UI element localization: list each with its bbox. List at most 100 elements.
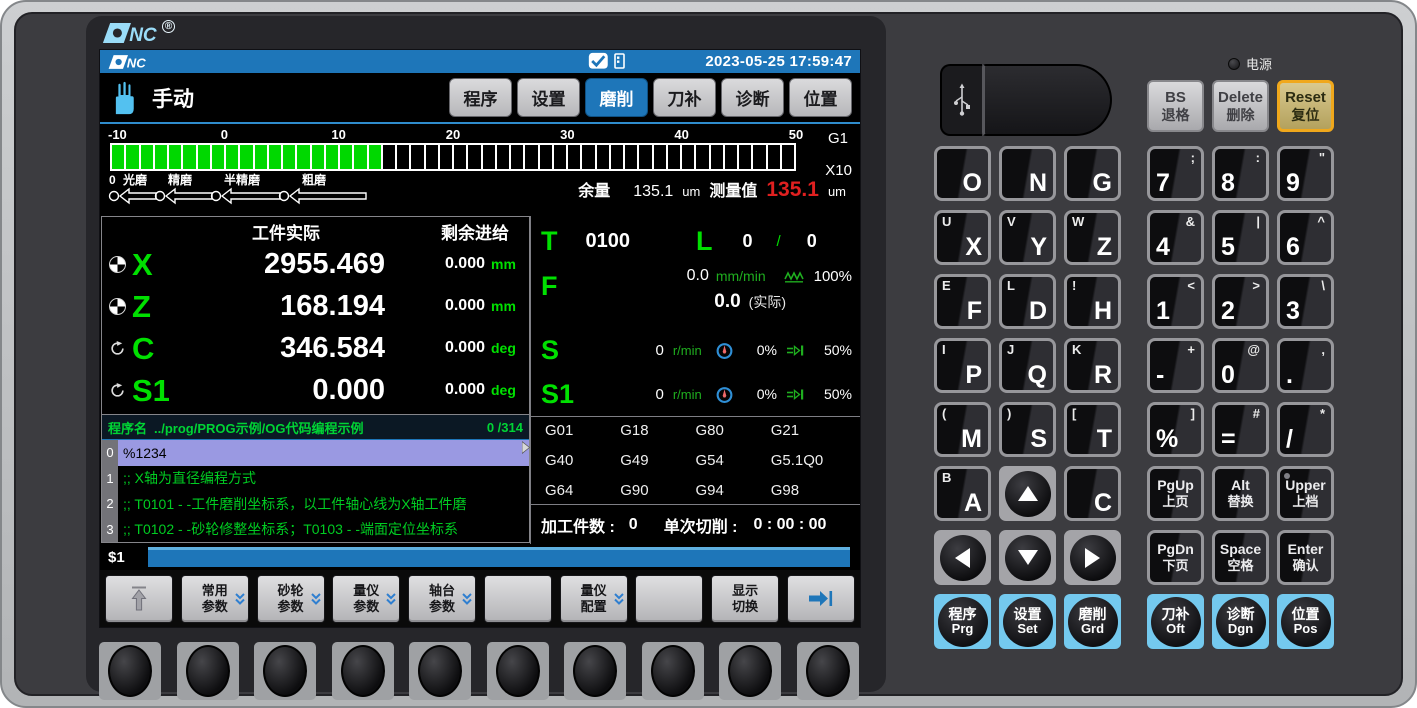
softkey-return[interactable] bbox=[105, 575, 173, 623]
key-5[interactable]: 5| bbox=[1212, 210, 1269, 265]
key-f[interactable]: FE bbox=[934, 274, 991, 329]
key-4[interactable]: 4& bbox=[1147, 210, 1204, 265]
key-p[interactable]: PI bbox=[934, 338, 991, 393]
key-x[interactable]: XU bbox=[934, 210, 991, 265]
softkey-next-menu[interactable] bbox=[787, 575, 855, 623]
softkey-knob-4[interactable] bbox=[332, 642, 394, 700]
menu-key-button: 程序Prg bbox=[938, 597, 988, 647]
menu-key-en-label: Set bbox=[1017, 622, 1037, 636]
key-delete[interactable]: Delete删除 bbox=[1212, 80, 1269, 132]
softkey-common-params[interactable]: 常用参数 bbox=[181, 575, 249, 623]
softkey-knob-6[interactable] bbox=[487, 642, 549, 700]
menu-key-oft[interactable]: 刀补Oft bbox=[1147, 594, 1204, 649]
key-reset[interactable]: Reset复位 bbox=[1277, 80, 1334, 132]
menu-key-prg[interactable]: 程序Prg bbox=[934, 594, 991, 649]
usb-cap bbox=[982, 64, 1112, 136]
softkey-empty-2[interactable] bbox=[635, 575, 703, 623]
program-line[interactable]: 1;; X轴为直径编程方式 bbox=[102, 466, 529, 492]
softkey-table-params[interactable]: 轴台参数 bbox=[408, 575, 476, 623]
key-2[interactable]: 2> bbox=[1212, 274, 1269, 329]
key-enter[interactable]: Enter确认 bbox=[1277, 530, 1334, 585]
softkey-gauge-params[interactable]: 量仪参数 bbox=[332, 575, 400, 623]
key-0[interactable]: 0@ bbox=[1212, 338, 1269, 393]
key-r[interactable]: RK bbox=[1064, 338, 1121, 393]
key-s[interactable]: S) bbox=[999, 402, 1056, 457]
program-line[interactable]: 0%1234 bbox=[102, 440, 529, 466]
program-line[interactable]: 2;; T0101 - -工件磨削坐标系，以工件轴心线为X轴工件磨 bbox=[102, 491, 529, 517]
line-text: ;; X轴为直径编程方式 bbox=[118, 466, 529, 492]
menu-key-dgn[interactable]: 诊断Dgn bbox=[1212, 594, 1269, 649]
scroll-marker-icon[interactable] bbox=[522, 441, 530, 454]
softkey-display-toggle[interactable]: 显示切换 bbox=[711, 575, 779, 623]
spindle-speed-value: 0 bbox=[656, 342, 664, 359]
key-6[interactable]: 6^ bbox=[1277, 210, 1334, 265]
softkey-knob-5[interactable] bbox=[409, 642, 471, 700]
key-y[interactable]: YV bbox=[999, 210, 1056, 265]
command-input-bar[interactable] bbox=[148, 547, 850, 567]
softkey-knob-7[interactable] bbox=[564, 642, 626, 700]
key-a[interactable]: AB bbox=[934, 466, 991, 521]
key-d[interactable]: DL bbox=[999, 274, 1056, 329]
program-line[interactable]: 3;; T0102 - -砂轮修整坐标系；T0103 - -端面定位坐标系 bbox=[102, 517, 529, 543]
tab-toolcomp[interactable]: 刀补 bbox=[653, 78, 716, 117]
axis-row-x: X2955.4690.000mm bbox=[102, 243, 529, 285]
softkey-gauge-config[interactable]: 量仪配置 bbox=[560, 575, 628, 623]
key-percent[interactable]: %] bbox=[1147, 402, 1204, 457]
key-q[interactable]: QJ bbox=[999, 338, 1056, 393]
key-h[interactable]: H! bbox=[1064, 274, 1121, 329]
arrow-left-key[interactable] bbox=[934, 530, 991, 585]
softkey-wheel-params[interactable]: 砂轮参数 bbox=[257, 575, 325, 623]
key-shift-char: * bbox=[1320, 407, 1325, 420]
menu-key-grd[interactable]: 磨削Grd bbox=[1064, 594, 1121, 649]
softkey-knob-1[interactable] bbox=[99, 642, 161, 700]
key-o[interactable]: O bbox=[934, 146, 991, 201]
key-minus[interactable]: -+ bbox=[1147, 338, 1204, 393]
softkey-knob-8[interactable] bbox=[642, 642, 704, 700]
key-period[interactable]: ., bbox=[1277, 338, 1334, 393]
tab-bar: 程序设置磨削刀补诊断位置 bbox=[449, 78, 852, 117]
arrow-down-key[interactable] bbox=[999, 530, 1056, 585]
chevron-down-icon bbox=[235, 592, 245, 605]
key-slash[interactable]: /* bbox=[1277, 402, 1334, 457]
key-7[interactable]: 7; bbox=[1147, 146, 1204, 201]
key-led bbox=[1284, 473, 1290, 479]
key-pgdn[interactable]: PgDn下页 bbox=[1147, 530, 1204, 585]
softkey-knob-2[interactable] bbox=[177, 642, 239, 700]
channel-label: $1 bbox=[100, 549, 148, 566]
key-pgup[interactable]: PgUp上页 bbox=[1147, 466, 1204, 521]
key-8[interactable]: 8: bbox=[1212, 146, 1269, 201]
progress-segment bbox=[611, 145, 623, 169]
arrow-up-key[interactable] bbox=[999, 466, 1056, 521]
gcode-g80: G80 bbox=[696, 422, 771, 439]
key-n[interactable]: N bbox=[999, 146, 1056, 201]
key-upper[interactable]: Upper上档 bbox=[1277, 466, 1334, 521]
key-c[interactable]: C bbox=[1064, 466, 1121, 521]
softkey-knob-9[interactable] bbox=[719, 642, 781, 700]
progress-segment bbox=[625, 145, 637, 169]
key-3[interactable]: 3\ bbox=[1277, 274, 1334, 329]
tab-position[interactable]: 位置 bbox=[789, 78, 852, 117]
key-equals[interactable]: =# bbox=[1212, 402, 1269, 457]
tab-program[interactable]: 程序 bbox=[449, 78, 512, 117]
arrow-right-key[interactable] bbox=[1064, 530, 1121, 585]
key-label-line2: 退格 bbox=[1162, 107, 1190, 123]
softkey-knob-10[interactable] bbox=[797, 642, 859, 700]
key-m[interactable]: M( bbox=[934, 402, 991, 457]
key-1[interactable]: 1< bbox=[1147, 274, 1204, 329]
menu-key-set[interactable]: 设置Set bbox=[999, 594, 1056, 649]
tab-diagnosis[interactable]: 诊断 bbox=[721, 78, 784, 117]
softkey-empty-1[interactable] bbox=[484, 575, 552, 623]
key-g[interactable]: G bbox=[1064, 146, 1121, 201]
softkey-knob-3[interactable] bbox=[254, 642, 316, 700]
tab-settings[interactable]: 设置 bbox=[517, 78, 580, 117]
key-z[interactable]: ZW bbox=[1064, 210, 1121, 265]
progress-segment bbox=[312, 145, 324, 169]
menu-key-pos[interactable]: 位置Pos bbox=[1277, 594, 1334, 649]
key-t[interactable]: T[ bbox=[1064, 402, 1121, 457]
svg-text:半精磨: 半精磨 bbox=[224, 173, 260, 187]
key-alt[interactable]: Alt替换 bbox=[1212, 466, 1269, 521]
key-bs[interactable]: BS退格 bbox=[1147, 80, 1204, 132]
tab-grinding[interactable]: 磨削 bbox=[585, 78, 648, 117]
key-space[interactable]: Space空格 bbox=[1212, 530, 1269, 585]
key-9[interactable]: 9" bbox=[1277, 146, 1334, 201]
